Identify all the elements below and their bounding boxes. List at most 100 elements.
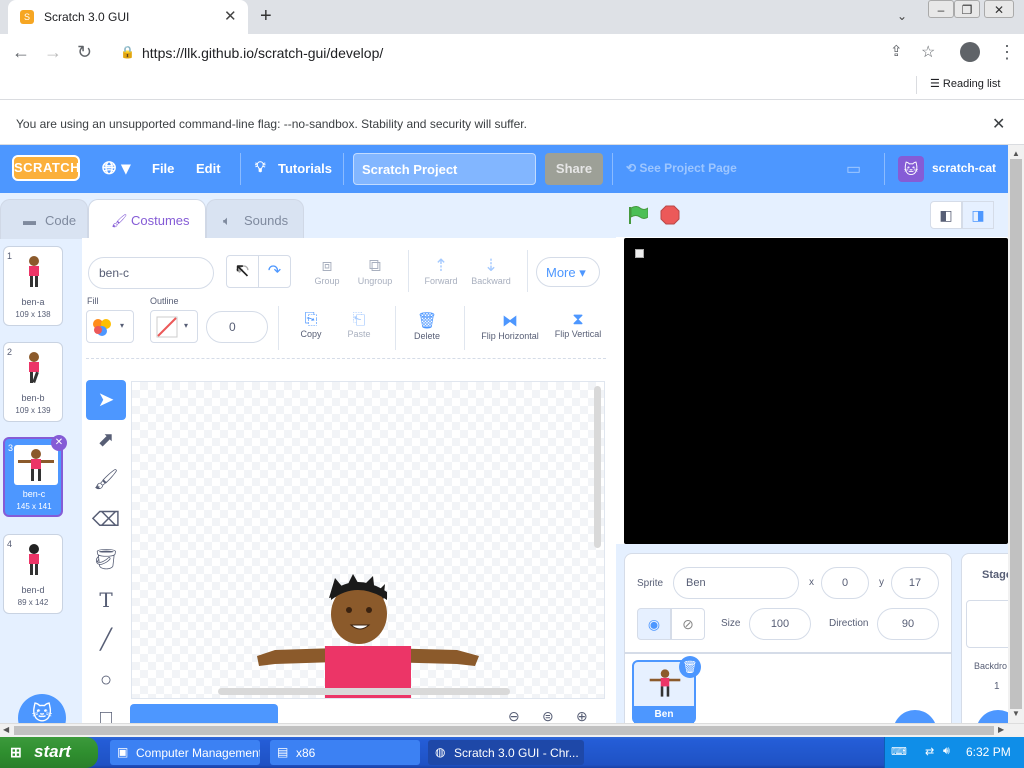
y-input[interactable]: 17 [891,567,939,599]
see-project-page-button[interactable]: ⟲ See Project Page [626,161,737,175]
costume-name: ben-d [21,585,45,595]
paint-canvas[interactable] [131,381,605,699]
share-icon[interactable]: ⇪ [890,42,903,60]
scroll-down-icon[interactable]: ▼ [1012,709,1020,718]
flip-horizontal-button[interactable]: ⧓ Flip Horizontal [474,311,546,341]
reshape-tool-icon[interactable]: ⬈ [86,420,126,460]
fill-color-picker[interactable]: ▾ [86,310,134,343]
project-title-input[interactable]: Scratch Project [353,153,536,185]
ungroup-button[interactable]: ⧉ Ungroup [352,256,398,286]
new-tab-icon[interactable]: + [260,5,272,28]
paste-button[interactable]: ⎗ Paste [340,311,378,339]
restore-icon[interactable]: ❐ [954,0,980,18]
taskbar-item-x86[interactable]: ▤ x86 [270,740,420,765]
reading-list-button[interactable]: ☰ Reading list [930,77,1000,90]
infobar-close-icon[interactable]: ✕ [992,114,1005,134]
tab-sounds[interactable]: 🔈︎ Sounds [206,199,304,239]
more-button[interactable]: More ▾ [536,257,600,287]
network-icon[interactable]: ⇄ [925,745,934,758]
start-button[interactable]: ⊞ start [0,737,98,768]
file-menu[interactable]: File [152,161,174,176]
page-vertical-scrollbar[interactable]: ▲ ▼ [1008,145,1024,725]
menu-kebab-icon[interactable]: ⋮ [998,42,1016,63]
green-flag-icon[interactable] [628,206,649,224]
my-stuff-folder-icon[interactable]: ▭ [846,159,861,179]
outline-width-input[interactable]: 0 [206,311,268,343]
forward-button[interactable]: ⇡ Forward [419,256,463,286]
tab-search-chevron-icon[interactable]: ⌄ [897,9,907,23]
circle-tool-icon[interactable]: ○ [86,660,126,700]
canvas-horizontal-scrollbar[interactable] [218,688,510,695]
window-close-icon[interactable]: ✕ [984,0,1014,18]
canvas-vertical-scrollbar[interactable] [594,386,601,548]
costume-item[interactable]: 1 ben-a 109 x 138 [3,246,63,326]
scroll-thumb[interactable] [14,726,994,735]
brush-tool-icon[interactable]: 🖌︎ [86,460,126,500]
tab-costumes[interactable]: 🖌︎ Costumes [88,199,206,239]
profile-avatar-icon[interactable] [960,42,980,62]
outline-color-picker[interactable]: ▾ [150,310,198,343]
minimize-icon[interactable]: – [928,0,954,18]
convert-to-bitmap-button[interactable] [130,704,278,724]
large-stage-button[interactable]: ◨ [962,201,994,229]
costume-item[interactable]: 2 ben-b 109 x 139 [3,342,63,422]
group-button[interactable]: ⧈ Group [306,256,348,286]
costume-name-input[interactable]: ben-c [88,257,214,289]
divider [395,306,396,350]
show-sprite-eye-icon[interactable]: ◉ [637,608,671,640]
select-tool-icon[interactable]: ➤ [86,380,126,420]
keyboard-icon[interactable]: ⌨ [891,745,907,758]
costume-item[interactable]: 4 ben-d 89 x 142 [3,534,63,614]
chevron-down-icon: ▾ [184,321,189,330]
sprite-name-input[interactable]: Ben [673,567,799,599]
delete-sprite-icon[interactable]: 🗑︎ [679,656,701,678]
chevron-down-icon: ▾ [120,321,125,330]
taskbar-item-chrome[interactable]: ◍ Scratch 3.0 GUI - Chr... [428,740,584,765]
stop-icon[interactable] [660,205,680,225]
hide-sprite-eye-slash-icon[interactable]: ⊘ [671,608,705,640]
address-bar[interactable]: 🔒 https://llk.github.io/scratch-gui/deve… [108,39,908,67]
scroll-thumb[interactable] [1010,159,1022,709]
tutorials-menu[interactable]: Tutorials [278,161,332,176]
language-globe-icon[interactable]: 🌐︎ ▾ [102,158,130,179]
costume-item-selected[interactable]: 3 ✕ ben-c 145 x 141 [3,435,67,517]
username[interactable]: scratch-cat [932,161,996,175]
browser-tab[interactable]: S Scratch 3.0 GUI ✕ [8,0,248,34]
url-text[interactable]: https://llk.github.io/scratch-gui/develo… [142,45,383,61]
tab-close-icon[interactable]: ✕ [224,7,237,25]
share-button[interactable]: Share [545,153,603,185]
fill-bucket-tool-icon[interactable]: 🪣︎ [86,540,126,580]
edit-menu[interactable]: Edit [196,161,221,176]
lock-icon[interactable]: 🔒 [120,45,135,59]
stage-canvas[interactable] [624,238,1008,544]
tab-code[interactable]: ▬ Code [0,199,88,239]
delete-costume-icon[interactable]: ✕ [51,435,67,451]
eraser-tool-icon[interactable]: ⌫ [86,500,126,540]
volume-icon[interactable]: 🔊︎ [943,745,950,758]
scroll-up-icon[interactable]: ▲ [1012,149,1020,158]
x-input[interactable]: 0 [821,567,869,599]
delete-button[interactable]: 🗑︎ Delete [407,311,447,341]
bookmark-star-icon[interactable]: ☆ [921,42,935,62]
size-input[interactable]: 100 [749,608,811,640]
scratch-logo[interactable]: SCRATCH [12,155,80,181]
backward-arrow-icon: ⇣ [483,256,499,275]
user-avatar[interactable]: 🐱︎ [898,156,924,182]
forward-icon[interactable]: → [44,42,62,63]
taskbar-item-label: Computer Management [136,746,260,760]
redo-button[interactable]: ↷ [258,255,291,288]
line-tool-icon[interactable]: ╱ [86,620,126,660]
back-icon[interactable]: ← [12,42,30,63]
flip-vertical-button[interactable]: ⧗ Flip Vertical [550,311,606,339]
taskbar-item-computer-management[interactable]: ▣ Computer Management [110,740,260,765]
scroll-left-icon[interactable]: ◀ [3,725,9,734]
direction-input[interactable]: 90 [877,608,939,640]
text-tool-icon[interactable]: T [86,580,126,620]
small-stage-button[interactable]: ◧ [930,201,962,229]
page-horizontal-scrollbar[interactable]: ◀ ▶ [0,723,1024,737]
brush-icon: 🖌︎ [111,213,128,228]
copy-button[interactable]: ⎘ Copy [292,311,330,339]
scroll-right-icon[interactable]: ▶ [998,725,1004,734]
backward-button[interactable]: ⇣ Backward [468,256,514,286]
reload-icon[interactable]: ↻ [77,42,92,63]
